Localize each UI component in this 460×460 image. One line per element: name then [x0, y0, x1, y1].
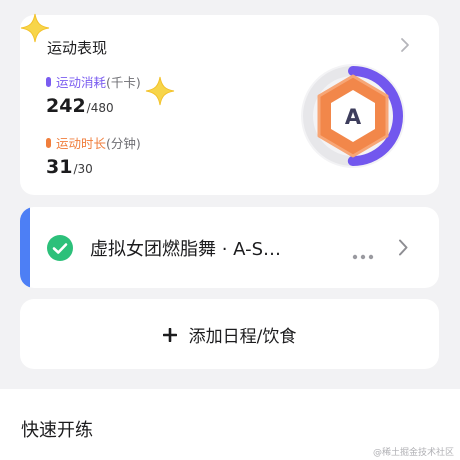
chevron-right-icon[interactable]	[397, 238, 409, 257]
more-dots-icon[interactable]	[352, 245, 374, 260]
metric-unit: (分钟)	[106, 136, 141, 151]
sparkle-star-icon	[144, 75, 176, 107]
metric-dot	[46, 76, 51, 87]
course-title: 虚拟女团燃脂舞 · A-S…	[90, 239, 282, 260]
metric-name: 运动时长	[56, 136, 107, 151]
metric-current-value: 31	[46, 156, 73, 178]
plus-icon	[162, 327, 177, 343]
performance-card[interactable]: 运动表现 运动消耗 (千卡) 242 /480 运动时长 (分钟) 31 /30	[20, 15, 439, 195]
chevron-right-icon[interactable]	[399, 37, 411, 53]
quick-start-title: 快速开练	[21, 420, 93, 441]
watermark: @稀土掘金技术社区	[372, 448, 454, 458]
metric-target-value: /480	[86, 101, 114, 115]
sparkle-star-icon	[19, 12, 51, 44]
metric-name: 运动消耗	[56, 75, 107, 90]
course-card[interactable]: 虚拟女团燃脂舞 · A-S…	[20, 207, 439, 288]
performance-title: 运动表现	[47, 39, 108, 57]
metric-current-value: 242	[46, 95, 86, 117]
add-schedule-button[interactable]: 添加日程/饮食	[20, 299, 439, 369]
add-schedule-label: 添加日程/饮食	[188, 326, 297, 347]
check-circle-icon	[47, 235, 73, 261]
metric-dot	[46, 137, 51, 148]
grade-letter: A	[344, 104, 362, 129]
grade-gauge: A	[298, 59, 408, 174]
metric-unit: (千卡)	[106, 75, 141, 90]
metric-calories: 运动消耗 (千卡) 242 /480	[46, 72, 141, 117]
accent-bar	[20, 207, 30, 288]
metric-target-value: /30	[73, 162, 93, 176]
metric-duration: 运动时长 (分钟) 31 /30	[46, 133, 141, 178]
